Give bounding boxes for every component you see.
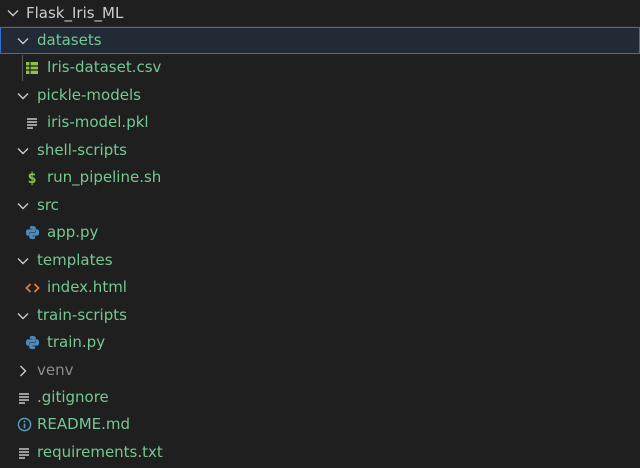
root-folder-label: Flask_Iris_ML	[26, 3, 124, 22]
chevron-down-icon	[16, 89, 30, 103]
tree-file-requirements-txt[interactable]: requirements.txt	[0, 439, 640, 466]
tree-folder-venv[interactable]: venv	[0, 357, 640, 384]
tree-folder-pickle-models[interactable]: pickle-models	[0, 82, 640, 109]
tree-file-readme-md[interactable]: README.md	[0, 411, 640, 438]
tree-folder-templates[interactable]: templates	[0, 247, 640, 274]
html-code-icon	[24, 280, 40, 296]
file-label: README.md	[37, 415, 131, 433]
tree-file-app-py[interactable]: app.py	[0, 219, 640, 246]
chevron-down-icon	[16, 199, 30, 213]
python-icon	[24, 225, 40, 241]
file-label: train.py	[47, 333, 106, 351]
python-icon	[24, 335, 40, 351]
tree-folder-datasets[interactable]: datasets	[0, 27, 640, 54]
file-label: requirements.txt	[37, 443, 163, 461]
indent-guide	[22, 55, 23, 81]
tree-file-gitignore[interactable]: .gitignore	[0, 384, 640, 411]
folder-label: venv	[37, 361, 74, 379]
file-label: run_pipeline.sh	[47, 168, 162, 186]
lines-file-icon	[16, 390, 32, 406]
explorer-root-folder[interactable]: Flask_Iris_ML	[0, 0, 640, 27]
chevron-down-icon	[16, 309, 30, 323]
chevron-down-icon	[6, 6, 20, 20]
folder-label: datasets	[37, 31, 102, 49]
file-label: iris-model.pkl	[47, 113, 149, 131]
lines-file-icon	[24, 115, 40, 131]
file-explorer: Flask_Iris_ML datasets Iris-dataset.csv …	[0, 0, 640, 468]
lines-file-icon	[16, 445, 32, 461]
file-label: index.html	[47, 278, 127, 296]
table-csv-icon	[24, 60, 40, 76]
tree-file-index-html[interactable]: index.html	[0, 274, 640, 301]
chevron-down-icon	[16, 254, 30, 268]
tree-file-iris-model-pkl[interactable]: iris-model.pkl	[0, 109, 640, 136]
info-icon	[16, 417, 32, 433]
folder-label: src	[37, 196, 59, 214]
file-label: app.py	[47, 223, 99, 241]
tree-file-train-py[interactable]: train.py	[0, 329, 640, 356]
chevron-down-icon	[16, 34, 30, 48]
tree-file-iris-dataset-csv[interactable]: Iris-dataset.csv	[0, 54, 640, 81]
folder-label: templates	[37, 251, 113, 269]
folder-label: train-scripts	[37, 306, 127, 324]
chevron-right-icon	[16, 364, 30, 378]
file-label: .gitignore	[37, 388, 109, 406]
tree-file-run-pipeline-sh[interactable]: $ run_pipeline.sh	[0, 164, 640, 191]
tree-folder-shell-scripts[interactable]: shell-scripts	[0, 137, 640, 164]
folder-label: shell-scripts	[37, 141, 127, 159]
dollar-icon: $	[27, 168, 37, 187]
tree-folder-src[interactable]: src	[0, 192, 640, 219]
folder-label: pickle-models	[37, 86, 141, 104]
tree-folder-train-scripts[interactable]: train-scripts	[0, 302, 640, 329]
chevron-down-icon	[16, 144, 30, 158]
file-label: Iris-dataset.csv	[47, 58, 162, 76]
